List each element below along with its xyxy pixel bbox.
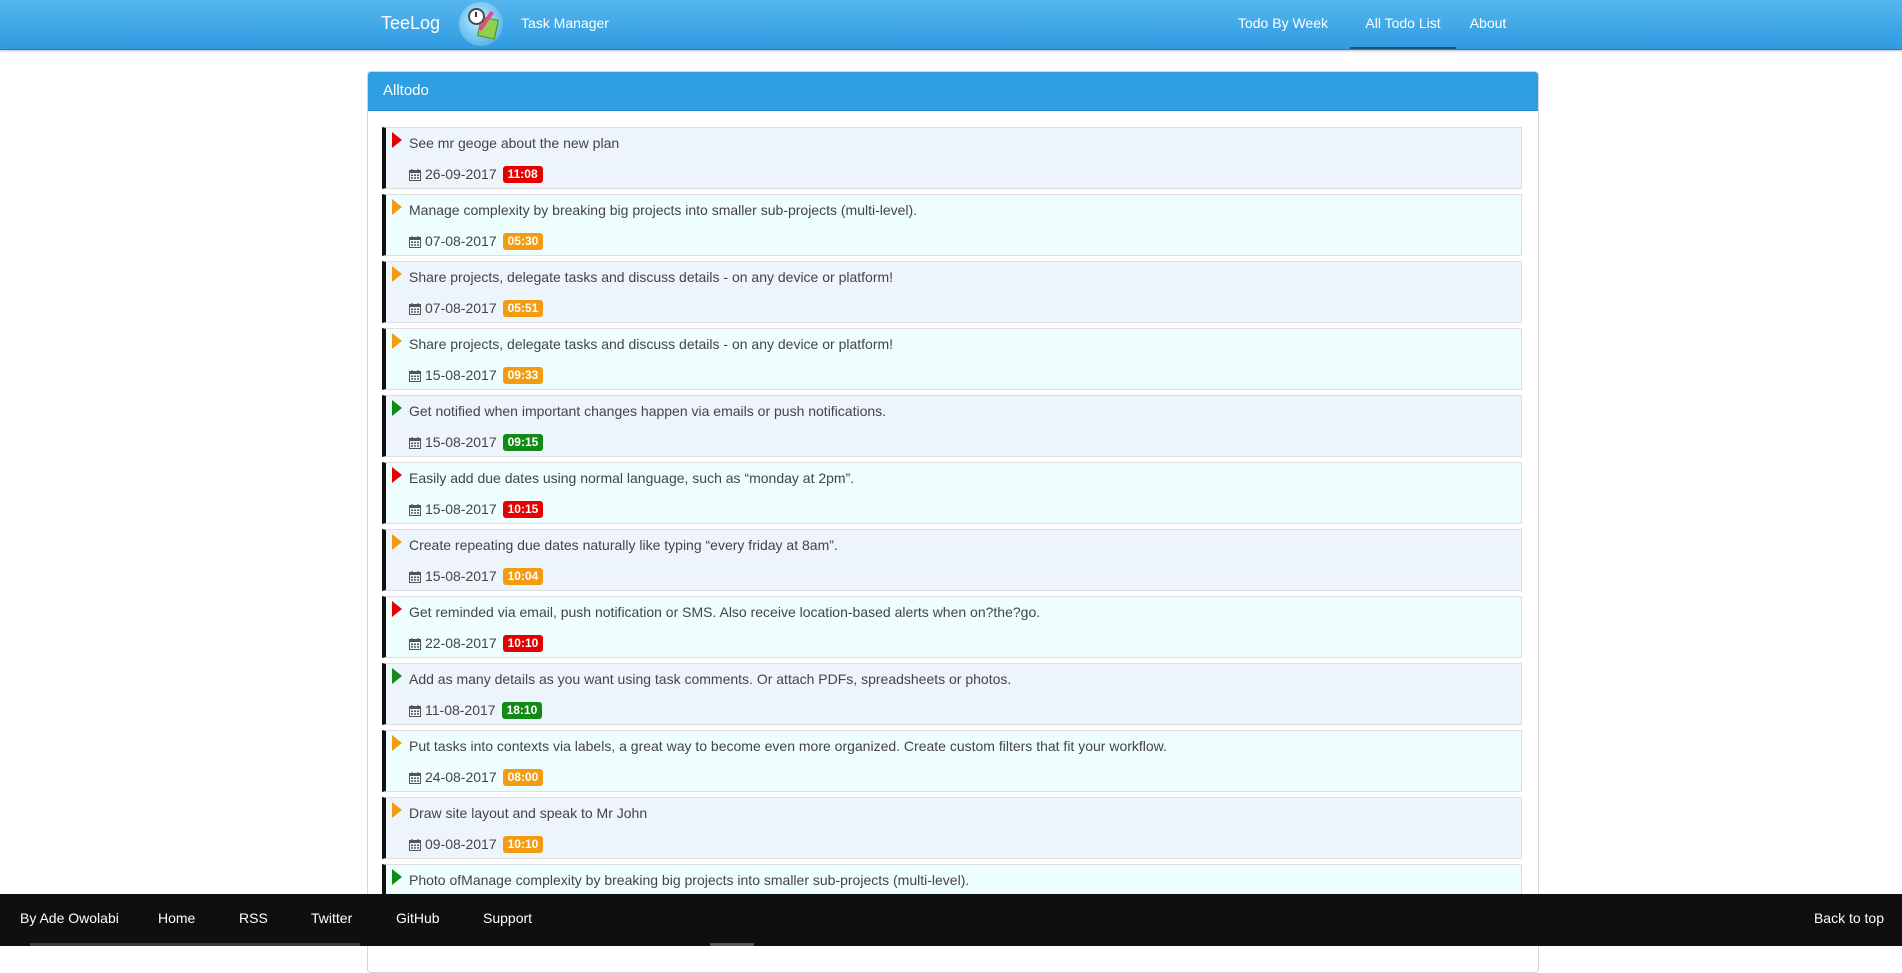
time-badge: 11:08 xyxy=(502,165,543,183)
todo-date: 07-08-2017 xyxy=(425,233,497,249)
time-badge: 10:04 xyxy=(502,567,544,585)
priority-flag-icon xyxy=(392,333,402,349)
calendar-icon xyxy=(409,637,421,650)
priority-flag-icon xyxy=(392,802,402,818)
panel-title: Alltodo xyxy=(368,72,1538,111)
todo-item[interactable]: Share projects, delegate tasks and discu… xyxy=(382,261,1522,323)
todo-title: Get reminded via email, push notificatio… xyxy=(409,604,1041,620)
brand-name[interactable]: TeeLog xyxy=(381,0,440,49)
priority-flag-icon xyxy=(392,467,402,483)
calendar-icon xyxy=(409,302,421,315)
todo-item[interactable]: Easily add due dates using normal langua… xyxy=(382,462,1522,524)
priority-flag-icon xyxy=(392,534,402,550)
calendar-icon xyxy=(409,369,421,382)
todo-item[interactable]: See mr geoge about the new plan 26-09-201… xyxy=(382,127,1522,189)
app-subtitle: Task Manager xyxy=(521,15,609,31)
priority-flag-icon xyxy=(392,601,402,617)
back-to-top-link[interactable]: Back to top xyxy=(1814,894,1884,943)
calendar-icon xyxy=(409,704,421,717)
todo-title: Create repeating due dates naturally lik… xyxy=(409,537,838,553)
calendar-icon xyxy=(409,235,421,248)
todo-meta: 07-08-2017 05:51 xyxy=(409,299,544,317)
todo-date: 07-08-2017 xyxy=(425,300,497,316)
todo-meta: 15-08-2017 09:33 xyxy=(409,366,544,384)
todo-title: Put tasks into contexts via labels, a gr… xyxy=(409,738,1167,754)
todo-title: Share projects, delegate tasks and discu… xyxy=(409,269,894,285)
todo-date: 15-08-2017 xyxy=(425,568,497,584)
todo-date: 24-08-2017 xyxy=(425,769,497,785)
todo-meta: 22-08-2017 10:10 xyxy=(409,634,544,652)
todo-item[interactable]: Manage complexity by breaking big projec… xyxy=(382,194,1522,256)
todo-title: Easily add due dates using normal langua… xyxy=(409,470,855,486)
todo-meta: 15-08-2017 10:15 xyxy=(409,500,544,518)
todo-title: Draw site layout and speak to Mr John xyxy=(409,805,648,821)
footer-link-rss[interactable]: RSS xyxy=(239,894,268,943)
todo-meta: 11-08-2017 18:10 xyxy=(409,701,543,719)
calendar-icon xyxy=(409,838,421,851)
todo-date: 09-08-2017 xyxy=(425,836,497,852)
todo-date: 11-08-2017 xyxy=(425,702,496,718)
nav-all-todo-list[interactable]: All Todo List xyxy=(1350,0,1456,49)
todo-meta: 15-08-2017 10:04 xyxy=(409,567,544,585)
todo-item[interactable]: Create repeating due dates naturally lik… xyxy=(382,529,1522,591)
priority-flag-icon xyxy=(392,132,402,148)
footer-link-home[interactable]: Home xyxy=(158,894,195,943)
time-badge: 10:10 xyxy=(502,835,544,853)
todo-date: 26-09-2017 xyxy=(425,166,497,182)
footer-link-github[interactable]: GitHub xyxy=(396,894,440,943)
time-badge: 08:00 xyxy=(502,768,544,786)
footer-link-twitter[interactable]: Twitter xyxy=(311,894,352,943)
priority-flag-icon xyxy=(392,266,402,282)
todo-title: Get notified when important changes happ… xyxy=(409,403,887,419)
footer-link-support[interactable]: Support xyxy=(483,894,532,943)
todo-item[interactable]: Put tasks into contexts via labels, a gr… xyxy=(382,730,1522,792)
todo-meta: 15-08-2017 09:15 xyxy=(409,433,544,451)
priority-flag-icon xyxy=(392,400,402,416)
time-badge: 05:30 xyxy=(502,232,544,250)
todo-title: Add as many details as you want using ta… xyxy=(409,671,1012,687)
top-navbar: TeeLog Task Manager Todo By Week All Tod… xyxy=(0,0,1902,50)
todo-date: 22-08-2017 xyxy=(425,635,497,651)
todo-date: 15-08-2017 xyxy=(425,434,497,450)
todo-title: See mr geoge about the new plan xyxy=(409,135,620,151)
todo-item[interactable]: Get notified when important changes happ… xyxy=(382,395,1522,457)
todo-meta: 09-08-2017 10:10 xyxy=(409,835,544,853)
footer: By Ade Owolabi Home RSS Twitter GitHub S… xyxy=(0,894,1902,946)
priority-flag-icon xyxy=(392,735,402,751)
todo-title: Share projects, delegate tasks and discu… xyxy=(409,336,894,352)
time-badge: 05:51 xyxy=(502,299,544,317)
calendar-icon xyxy=(409,570,421,583)
app-logo-icon[interactable] xyxy=(459,2,503,46)
time-badge: 09:33 xyxy=(502,366,544,384)
nav-todo-by-week[interactable]: Todo By Week xyxy=(1228,0,1338,49)
time-badge: 10:10 xyxy=(502,634,544,652)
todo-date: 15-08-2017 xyxy=(425,367,497,383)
calendar-icon xyxy=(409,503,421,516)
time-badge: 10:15 xyxy=(502,500,544,518)
todo-meta: 24-08-2017 08:00 xyxy=(409,768,544,786)
priority-flag-icon xyxy=(392,199,402,215)
calendar-icon xyxy=(409,771,421,784)
todo-item[interactable]: Share projects, delegate tasks and discu… xyxy=(382,328,1522,390)
calendar-icon xyxy=(409,168,421,181)
priority-flag-icon xyxy=(392,668,402,684)
todo-item[interactable]: Add as many details as you want using ta… xyxy=(382,663,1522,725)
todo-date: 15-08-2017 xyxy=(425,501,497,517)
nav-about[interactable]: About xyxy=(1460,0,1516,49)
footer-author: By Ade Owolabi xyxy=(20,910,119,926)
todo-panel: Alltodo See mr geoge about the new plan 2… xyxy=(367,71,1539,973)
todo-item[interactable]: Draw site layout and speak to Mr John 09-… xyxy=(382,797,1522,859)
todo-title: Manage complexity by breaking big projec… xyxy=(409,202,918,218)
todo-list: See mr geoge about the new plan 26-09-201… xyxy=(382,127,1522,931)
todo-item[interactable]: Get reminded via email, push notificatio… xyxy=(382,596,1522,658)
time-badge: 09:15 xyxy=(502,433,544,451)
calendar-icon xyxy=(409,436,421,449)
priority-flag-icon xyxy=(392,869,402,885)
todo-meta: 07-08-2017 05:30 xyxy=(409,232,544,250)
time-badge: 18:10 xyxy=(501,701,543,719)
todo-title: Photo ofManage complexity by breaking bi… xyxy=(409,872,970,888)
todo-meta: 26-09-2017 11:08 xyxy=(409,165,543,183)
